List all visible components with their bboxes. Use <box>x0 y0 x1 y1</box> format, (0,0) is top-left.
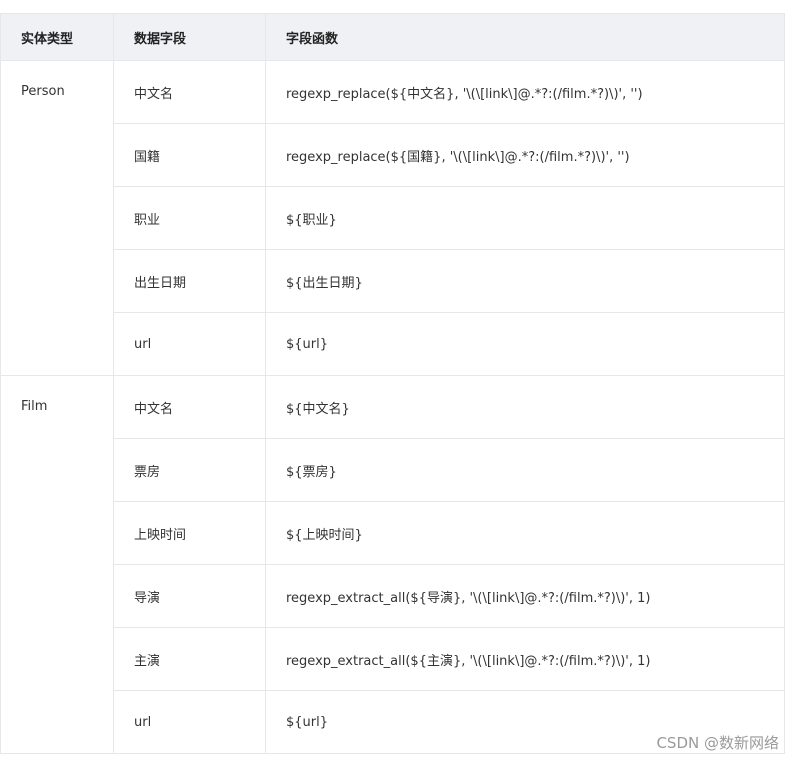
field-function-cell: ${出生日期} <box>265 249 785 313</box>
header-row: 实体类型 数据字段 字段函数 <box>0 13 785 61</box>
header-entity-type: 实体类型 <box>0 13 114 61</box>
field-function-cell: ${url} <box>265 312 785 376</box>
header-field-function: 字段函数 <box>265 13 785 61</box>
field-function-cell: ${中文名} <box>265 375 785 439</box>
data-field-cell: 中文名 <box>113 60 266 124</box>
data-field-cell: 国籍 <box>113 123 266 187</box>
table-row: 国籍 regexp_replace(${国籍}, '\(\[link\]@.*?:… <box>1 123 785 187</box>
table-row: url ${url} <box>1 312 785 376</box>
table-row: 职业 ${职业} <box>1 186 785 250</box>
header-data-field: 数据字段 <box>113 13 266 61</box>
entity-type-cell: Person <box>0 60 114 376</box>
watermark: CSDN @数新网络 <box>656 734 779 752</box>
table-header: 实体类型 数据字段 字段函数 <box>0 13 785 61</box>
data-field-cell: url <box>113 690 266 754</box>
table-row: 票房 ${票房} <box>1 438 785 502</box>
field-function-cell: ${票房} <box>265 438 785 502</box>
table-body: Person 中文名 regexp_replace(${中文名}, '\(\[lin… <box>0 60 785 754</box>
entity-type-cell: Film <box>0 375 114 754</box>
table-row: 出生日期 ${出生日期} <box>1 249 785 313</box>
data-field-cell: 中文名 <box>113 375 266 439</box>
field-function-cell: regexp_extract_all(${导演}, '\(\[link\]@.*… <box>265 564 785 628</box>
table-row: Film 中文名 ${中文名} <box>0 375 785 754</box>
data-field-cell: 主演 <box>113 627 266 691</box>
field-function-cell: ${职业} <box>265 186 785 250</box>
table-row: 上映时间 ${上映时间} <box>1 501 785 565</box>
field-function-cell: regexp_replace(${国籍}, '\(\[link\]@.*?:(/… <box>265 123 785 187</box>
table-row: 主演 regexp_extract_all(${主演}, '\(\[link\]@… <box>1 627 785 691</box>
data-field-cell: url <box>113 312 266 376</box>
data-field-cell: 票房 <box>113 438 266 502</box>
table-row: 导演 regexp_extract_all(${导演}, '\(\[link\]@… <box>1 564 785 628</box>
data-field-cell: 上映时间 <box>113 501 266 565</box>
data-field-cell: 导演 <box>113 564 266 628</box>
data-field-cell: 出生日期 <box>113 249 266 313</box>
field-function-cell: ${上映时间} <box>265 501 785 565</box>
field-function-cell: regexp_replace(${中文名}, '\(\[link\]@.*?:(… <box>265 60 785 124</box>
field-function-cell: regexp_extract_all(${主演}, '\(\[link\]@.*… <box>265 627 785 691</box>
field-mapping-table: 实体类型 数据字段 字段函数 Person 中文名 regexp_replace($… <box>0 13 785 754</box>
data-field-cell: 职业 <box>113 186 266 250</box>
table-row: Person 中文名 regexp_replace(${中文名}, '\(\[lin… <box>0 60 785 376</box>
